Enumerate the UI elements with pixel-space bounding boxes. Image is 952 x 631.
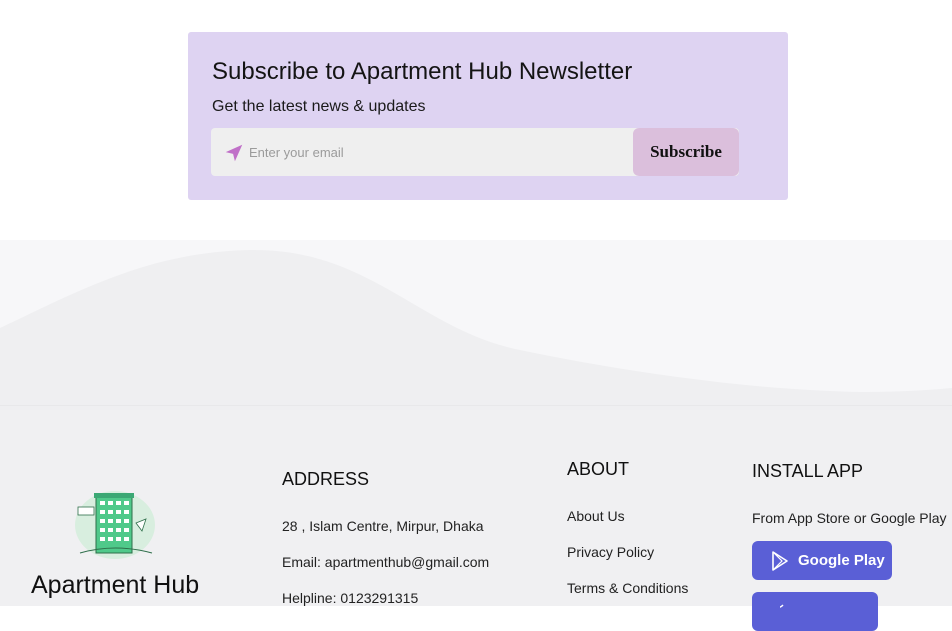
about-heading: ABOUT: [567, 459, 630, 479]
google-play-label: Google Play: [798, 552, 885, 569]
address-helpline: Helpline: 0123291315: [282, 590, 419, 606]
address-street: 28 , Islam Centre, Mirpur, Dhaka: [282, 518, 484, 534]
install-app-heading: INSTALL APP: [752, 461, 864, 481]
address-email: Email: apartmenthub@gmail.com: [282, 554, 490, 570]
subscribe-button[interactable]: Subscribe: [633, 128, 739, 176]
footer-brand-name: Apartment Hub: [31, 571, 200, 599]
google-play-button[interactable]: Google Play: [752, 541, 892, 580]
paper-plane-icon: [225, 144, 243, 162]
newsletter-title: Subscribe to Apartment Hub Newsletter: [212, 58, 633, 85]
footer-wave: [0, 240, 952, 410]
footer-divider: [0, 405, 952, 406]
apple-icon: [779, 604, 784, 608]
privacy-policy-link[interactable]: Privacy Policy: [567, 544, 654, 560]
about-us-link[interactable]: About Us: [567, 508, 625, 524]
newsletter-section: Subscribe to Apartment Hub Newsletter Ge…: [188, 32, 788, 200]
email-input[interactable]: [249, 128, 629, 176]
google-play-icon: [772, 551, 788, 571]
app-store-button[interactable]: [752, 592, 878, 631]
newsletter-form: Subscribe: [211, 128, 739, 176]
apartment-building-logo: [75, 491, 155, 559]
terms-conditions-link[interactable]: Terms & Conditions: [567, 580, 688, 596]
install-app-text: From App Store or Google Play: [752, 510, 947, 526]
address-heading: ADDRESS: [282, 469, 370, 489]
newsletter-subtitle: Get the latest news & updates: [212, 98, 426, 115]
